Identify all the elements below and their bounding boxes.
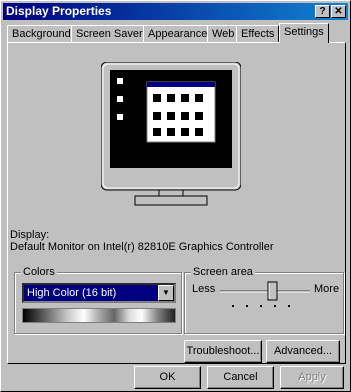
tab-screen-saver[interactable]: Screen Saver <box>71 25 148 42</box>
tab-web[interactable]: Web <box>207 25 240 42</box>
colors-selected-value: High Color (16 bit) <box>27 287 117 299</box>
close-button[interactable]: ✕ <box>331 5 346 18</box>
display-caption: Display: <box>10 229 50 241</box>
display-properties-window: Display Properties ? ✕ Background Screen… <box>0 0 351 392</box>
help-button[interactable]: ? <box>315 5 330 18</box>
chevron-down-icon[interactable]: ▼ <box>158 285 174 301</box>
tab-background[interactable]: Background <box>7 25 76 42</box>
colors-group-title: Colors <box>21 266 57 278</box>
settings-panel: Display: Default Monitor on Intel(r) 828… <box>7 42 346 364</box>
colors-group: Colors <box>14 266 182 334</box>
screen-area-more: More <box>314 283 340 295</box>
desktop-icon <box>117 96 123 102</box>
colors-select[interactable]: High Color (16 bit) ▼ <box>22 283 176 303</box>
window-title: Display Properties <box>6 4 112 18</box>
troubleshoot-button[interactable]: Troubleshoot... <box>184 340 262 363</box>
apply-button[interactable]: Apply <box>280 366 344 389</box>
display-value: Default Monitor on Intel(r) 82810E Graph… <box>10 241 274 253</box>
tab-effects[interactable]: Effects <box>236 25 280 42</box>
color-depth-preview <box>22 308 176 323</box>
advanced-button[interactable]: Advanced... <box>266 340 340 363</box>
tab-settings[interactable]: Settings <box>279 23 329 43</box>
cancel-button[interactable]: Cancel <box>207 366 274 389</box>
monitor-preview <box>101 62 241 206</box>
ok-button[interactable]: OK <box>134 366 201 389</box>
tab-strip: Background Screen Saver Appearance Web E… <box>7 23 345 43</box>
screen-area-slider[interactable] <box>218 281 312 321</box>
title-bar: Display Properties <box>3 3 348 20</box>
screen-area-less: Less <box>192 283 216 295</box>
desktop-icon <box>117 78 123 84</box>
tab-appearance[interactable]: Appearance <box>143 25 213 42</box>
desktop-icon <box>117 114 123 120</box>
screen-area-group-title: Screen area <box>191 266 255 278</box>
